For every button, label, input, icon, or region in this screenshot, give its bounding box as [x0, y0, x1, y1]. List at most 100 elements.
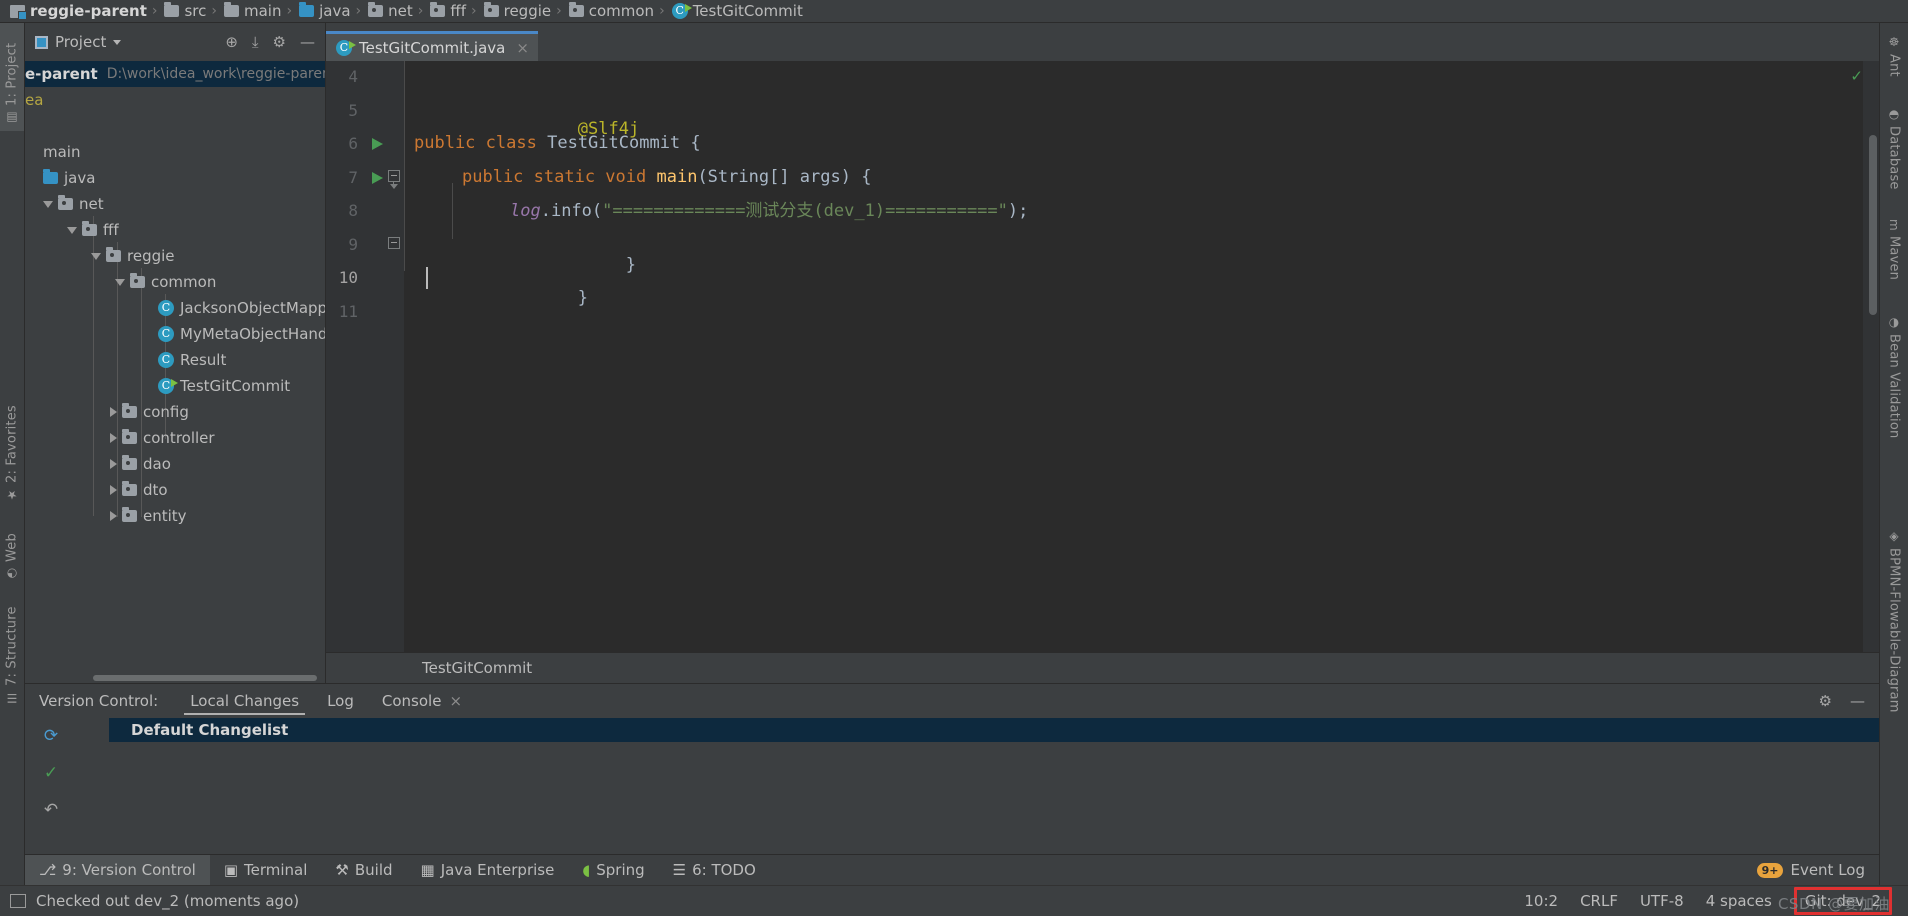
indent-indicator[interactable]: 4 spaces: [1706, 892, 1772, 910]
sidebar-item-maven[interactable]: m Maven: [1880, 213, 1908, 317]
fold-region-start-icon[interactable]: [388, 170, 401, 189]
tree-item-entity[interactable]: entity: [25, 503, 325, 529]
editor-gutter[interactable]: 4 5 6 7 8 9 10 11: [326, 61, 404, 652]
breadcrumb-item-src[interactable]: src: [160, 0, 208, 22]
tree-item-dao[interactable]: dao: [25, 451, 325, 477]
chevron-down-icon[interactable]: [115, 278, 125, 286]
tree-item-fff[interactable]: fff: [25, 217, 325, 243]
settings-gear-icon[interactable]: ⚙: [273, 33, 286, 51]
breadcrumb-item-net[interactable]: net: [364, 0, 415, 22]
close-icon[interactable]: ×: [449, 692, 462, 710]
tree-item-label: reggie: [127, 247, 175, 265]
breadcrumb-item-reggie-parent[interactable]: reggie-parent: [6, 0, 149, 22]
keyword-token: public: [414, 133, 476, 153]
chevron-right-icon[interactable]: [110, 485, 117, 495]
method-name-token: main: [656, 167, 698, 187]
tab-spring[interactable]: ◖ Spring: [568, 855, 658, 885]
changelist-default[interactable]: Default Changelist: [109, 718, 1879, 742]
chevron-down-icon[interactable]: [91, 252, 101, 260]
tab-build[interactable]: ⚒ Build: [321, 855, 406, 885]
locate-icon[interactable]: ⊕: [225, 33, 238, 51]
project-tree[interactable]: e-parent D:\work\idea_work\reggie-parent…: [25, 61, 326, 683]
sidebar-item-label: Bean Validation: [1886, 334, 1902, 439]
settings-gear-icon[interactable]: ⚙: [1819, 692, 1832, 710]
tree-item-controller[interactable]: controller: [25, 425, 325, 451]
chevron-right-icon[interactable]: [110, 459, 117, 469]
tab-local-changes[interactable]: Local Changes: [176, 684, 313, 718]
tree-item-java[interactable]: java: [25, 165, 325, 191]
tree-item-main[interactable]: main: [25, 139, 325, 165]
encoding-indicator[interactable]: UTF-8: [1640, 892, 1684, 910]
fold-region-end-icon[interactable]: [388, 237, 401, 250]
chevron-down-icon[interactable]: [43, 200, 53, 208]
rollback-icon[interactable]: ↶: [44, 800, 58, 820]
tree-item-config[interactable]: config: [25, 399, 325, 425]
sidebar-item-project[interactable]: ▤ 1: Project: [0, 23, 24, 131]
code-text[interactable]: @Slf4j public class TestGitCommit { publ…: [404, 61, 1879, 652]
code-area[interactable]: 4 5 6 7 8 9 10 11 @Slf4j public class Te…: [326, 61, 1879, 652]
sidebar-item-label: BPMN-Flowable-Diagram: [1886, 548, 1902, 713]
sidebar-item-favorites[interactable]: ★ 2: Favorites: [0, 378, 24, 508]
breadcrumb-item-reggie[interactable]: reggie: [480, 0, 554, 22]
chevron-down-icon[interactable]: [113, 39, 122, 45]
tab-log[interactable]: Log: [313, 684, 368, 718]
tree-item-jacksonobjectmapper[interactable]: C JacksonObjectMapper: [25, 295, 325, 321]
hide-icon[interactable]: —: [300, 33, 315, 51]
tab-console[interactable]: Console ×: [368, 684, 476, 718]
breadcrumb-item-common[interactable]: common: [565, 0, 656, 22]
tree-item-result[interactable]: C Result: [25, 347, 325, 373]
editor-vertical-scrollbar[interactable]: [1869, 135, 1877, 315]
breadcrumb-item-main[interactable]: main: [220, 0, 283, 22]
commit-checkmark-icon[interactable]: ✓: [44, 763, 58, 783]
collapse-all-icon[interactable]: ⤓: [252, 33, 259, 51]
hide-icon[interactable]: —: [1850, 692, 1865, 710]
field-token: log: [510, 201, 541, 221]
sidebar-item-structure[interactable]: ☰ 7: Structure: [0, 579, 24, 711]
chevron-down-icon[interactable]: [67, 226, 77, 234]
editor-tab-testgitcommit[interactable]: C TestGitCommit.java ×: [326, 31, 538, 61]
event-log-badge: 9+: [1756, 862, 1784, 878]
sidebar-item-bpmn-flowable-diagram[interactable]: ◈ BPMN-Flowable-Diagram: [1880, 523, 1908, 765]
close-icon[interactable]: ×: [516, 39, 529, 57]
sidebar-item-database[interactable]: ◓ Database: [1880, 101, 1908, 223]
code-editor: 4 5 6 7 8 9 10 11 @Slf4j public class Te…: [326, 61, 1879, 683]
breadcrumb-item-java[interactable]: java: [295, 0, 352, 22]
tree-item-common[interactable]: common: [25, 269, 325, 295]
git-branch-widget[interactable]: Git: dev_2: [1793, 887, 1892, 915]
tab-terminal[interactable]: ▣ Terminal: [210, 855, 322, 885]
event-log-button[interactable]: 9+ Event Log: [1756, 855, 1879, 885]
line-number: 5: [348, 101, 358, 120]
tree-item-reggie[interactable]: reggie: [25, 243, 325, 269]
tab-java-enterprise[interactable]: ▦ Java Enterprise: [407, 855, 569, 885]
inspection-ok-icon[interactable]: ✓: [1850, 67, 1863, 85]
class-name-token: TestGitCommit: [547, 133, 681, 153]
tree-item-reggie-parent[interactable]: e-parent D:\work\idea_work\reggie-parent: [25, 61, 325, 87]
terminal-icon: ▣: [223, 861, 238, 879]
java-class-icon: C: [158, 326, 174, 342]
chevron-right-icon[interactable]: [110, 433, 117, 443]
breadcrumb-item-testgitcommit[interactable]: C TestGitCommit: [668, 0, 805, 22]
tree-item-dto[interactable]: dto: [25, 477, 325, 503]
changelist-panel[interactable]: Default Changelist: [77, 718, 1879, 854]
run-class-gutter-icon[interactable]: [372, 138, 383, 150]
sidebar-item-ant[interactable]: ☸ Ant: [1880, 29, 1908, 109]
editor-footer-breadcrumb[interactable]: TestGitCommit: [326, 652, 1879, 683]
project-panel-title[interactable]: Project: [25, 33, 122, 51]
status-message-area[interactable]: Checked out dev_2 (moments ago): [10, 892, 299, 910]
run-method-gutter-icon[interactable]: [372, 172, 383, 184]
project-tree-horizontal-scrollbar[interactable]: [93, 675, 317, 681]
refresh-icon[interactable]: ⟳: [44, 726, 58, 746]
breadcrumb-item-fff[interactable]: fff: [426, 0, 468, 22]
sidebar-item-bean-validation[interactable]: ◑ Bean Validation: [1880, 309, 1908, 473]
tree-item-mymetaobjecthandler[interactable]: C MyMetaObjectHandler: [25, 321, 325, 347]
tree-item-net[interactable]: net: [25, 191, 325, 217]
sidebar-item-web[interactable]: ◔ Web: [0, 503, 24, 587]
tab-todo[interactable]: ☰ 6: TODO: [659, 855, 770, 885]
line-separator-indicator[interactable]: CRLF: [1580, 892, 1618, 910]
tab-version-control[interactable]: ⎇ 9: Version Control: [25, 855, 210, 885]
tree-item-testgitcommit[interactable]: C TestGitCommit: [25, 373, 325, 399]
chevron-right-icon[interactable]: [110, 511, 117, 521]
caret-position-indicator[interactable]: 10:2: [1524, 892, 1558, 910]
chevron-right-icon[interactable]: [110, 407, 117, 417]
tree-item-idea[interactable]: ea: [25, 87, 325, 113]
